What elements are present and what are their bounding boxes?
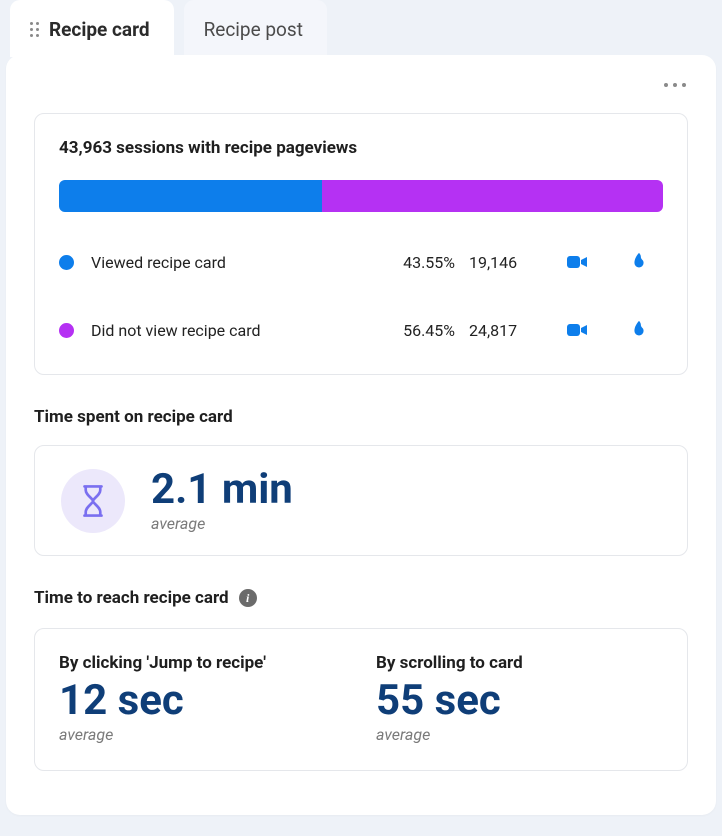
tab-label: Recipe post <box>204 18 303 41</box>
tab-label: Recipe card <box>49 18 150 41</box>
row-percent: 56.45% <box>375 321 455 340</box>
time-spent-value: 2.1 min <box>151 468 293 512</box>
more-menu-button[interactable] <box>658 77 692 93</box>
sessions-panel: 43,963 sessions with recipe pageviews Vi… <box>34 113 688 375</box>
sessions-stacked-bar <box>59 180 663 212</box>
reach-by-jump: By clicking 'Jump to recipe' 12 sec aver… <box>59 653 346 744</box>
row-count: 24,817 <box>469 321 539 340</box>
tabs-bar: Recipe card Recipe post <box>6 0 716 57</box>
average-label: average <box>151 514 293 533</box>
row-count: 19,146 <box>469 253 539 272</box>
legend-dot-icon <box>59 255 74 270</box>
time-spent-heading: Time spent on recipe card <box>34 407 688 427</box>
sessions-row: Did not view recipe card 56.45% 24,817 <box>59 296 663 364</box>
tab-recipe-card[interactable]: Recipe card <box>10 0 174 57</box>
reach-subtitle: By scrolling to card <box>376 653 663 673</box>
time-reach-heading: Time to reach recipe card i <box>34 588 688 608</box>
hourglass-icon <box>78 484 108 518</box>
hourglass-badge <box>61 469 125 533</box>
sessions-rows: Viewed recipe card 43.55% 19,146 Did not… <box>59 228 663 364</box>
row-label: Did not view recipe card <box>91 321 361 340</box>
row-percent: 43.55% <box>375 253 455 272</box>
reach-value: 55 sec <box>376 679 663 723</box>
metric-block: 2.1 min average <box>151 468 293 533</box>
average-label: average <box>59 725 346 744</box>
bar-segment-not-viewed <box>322 180 663 212</box>
info-icon[interactable]: i <box>239 589 257 607</box>
drag-handle-icon[interactable] <box>30 22 39 37</box>
time-spent-panel: 2.1 min average <box>34 445 688 556</box>
flame-icon[interactable] <box>615 251 663 273</box>
card-body: 43,963 sessions with recipe pageviews Vi… <box>6 55 716 815</box>
average-label: average <box>376 725 663 744</box>
reach-subtitle: By clicking 'Jump to recipe' <box>59 653 346 673</box>
flame-icon[interactable] <box>615 319 663 341</box>
row-label: Viewed recipe card <box>91 253 361 272</box>
sessions-title: 43,963 sessions with recipe pageviews <box>59 138 663 158</box>
video-camera-icon[interactable] <box>553 318 601 342</box>
time-reach-panel: By clicking 'Jump to recipe' 12 sec aver… <box>34 628 688 771</box>
video-camera-icon[interactable] <box>553 250 601 274</box>
reach-by-scroll: By scrolling to card 55 sec average <box>376 653 663 744</box>
bar-segment-viewed <box>59 180 322 212</box>
tab-recipe-post[interactable]: Recipe post <box>184 0 327 57</box>
legend-dot-icon <box>59 323 74 338</box>
reach-value: 12 sec <box>59 679 346 723</box>
sessions-row: Viewed recipe card 43.55% 19,146 <box>59 228 663 296</box>
